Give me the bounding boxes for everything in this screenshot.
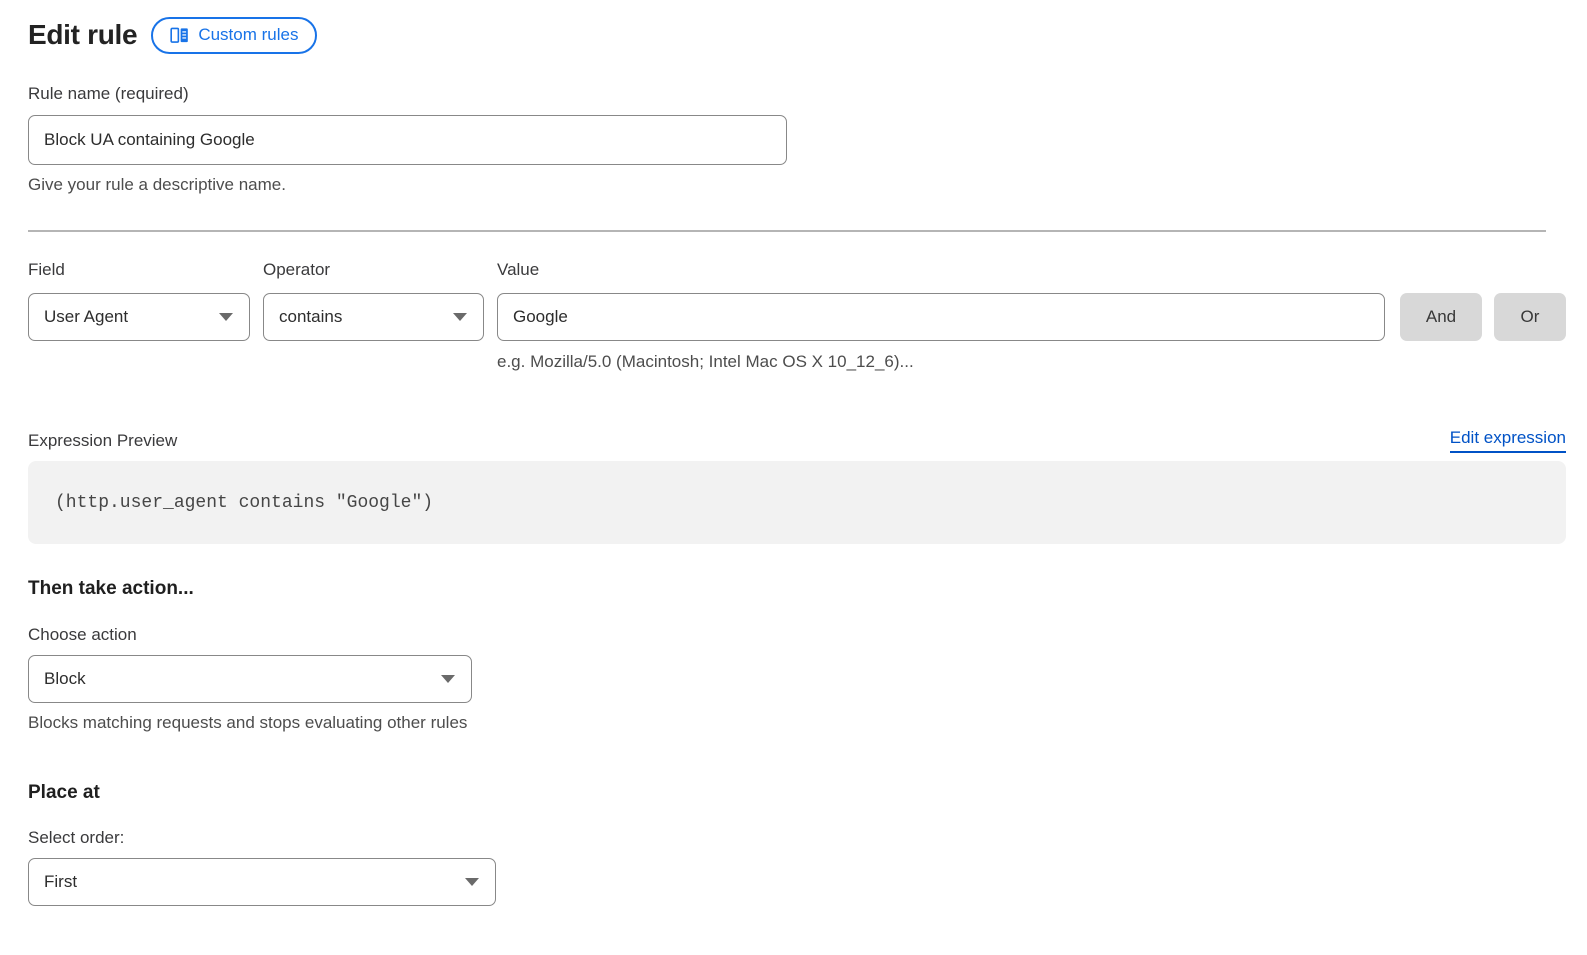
section-divider <box>28 230 1546 232</box>
field-select-value: User Agent <box>44 307 128 327</box>
custom-rules-button-label: Custom rules <box>198 25 298 45</box>
operator-label: Operator <box>263 258 484 282</box>
value-column: Value e.g. Mozilla/5.0 (Macintosh; Intel… <box>497 258 1385 374</box>
condition-row: Field User Agent Operator contains Value… <box>28 258 1566 374</box>
order-select[interactable]: First <box>28 858 496 906</box>
order-select-value: First <box>44 872 77 892</box>
action-section-heading: Then take action... <box>28 576 1566 602</box>
and-button[interactable]: And <box>1400 293 1482 341</box>
place-at-heading: Place at <box>28 780 1566 806</box>
field-label: Field <box>28 258 250 282</box>
action-select[interactable]: Block <box>28 655 472 703</box>
expression-code: (http.user_agent contains "Google") <box>55 493 433 513</box>
edit-expression-link[interactable]: Edit expression <box>1450 428 1566 453</box>
edit-rule-page: Edit rule Custom rules Rule name (requir… <box>0 0 1566 955</box>
rule-name-input[interactable] <box>28 115 787 165</box>
field-select[interactable]: User Agent <box>28 293 250 341</box>
action-select-value: Block <box>44 669 86 689</box>
chevron-down-icon <box>441 675 455 683</box>
select-order-label: Select order: <box>28 826 1566 850</box>
operator-select-value: contains <box>279 307 342 327</box>
operator-select[interactable]: contains <box>263 293 484 341</box>
expression-preview-label: Expression Preview <box>28 429 177 453</box>
value-label: Value <box>497 258 1385 282</box>
page-header: Edit rule Custom rules <box>28 16 1566 54</box>
chevron-down-icon <box>453 313 467 321</box>
chevron-down-icon <box>465 878 479 886</box>
rule-name-label: Rule name (required) <box>28 82 1566 106</box>
field-column: Field User Agent <box>28 258 250 374</box>
custom-rules-button[interactable]: Custom rules <box>151 17 317 54</box>
operator-column: Operator contains <box>263 258 484 374</box>
page-title: Edit rule <box>28 19 137 51</box>
expression-code-block: (http.user_agent contains "Google") <box>28 461 1566 544</box>
or-button[interactable]: Or <box>1494 293 1566 341</box>
book-icon <box>170 27 189 44</box>
connector-buttons: And Or <box>1400 258 1566 374</box>
value-helper: e.g. Mozilla/5.0 (Macintosh; Intel Mac O… <box>497 350 1385 374</box>
value-input[interactable] <box>497 293 1385 341</box>
action-helper: Blocks matching requests and stops evalu… <box>28 711 1566 735</box>
chevron-down-icon <box>219 313 233 321</box>
expression-header: Expression Preview Edit expression <box>28 428 1566 453</box>
choose-action-label: Choose action <box>28 623 1566 647</box>
rule-name-helper: Give your rule a descriptive name. <box>28 173 1566 197</box>
